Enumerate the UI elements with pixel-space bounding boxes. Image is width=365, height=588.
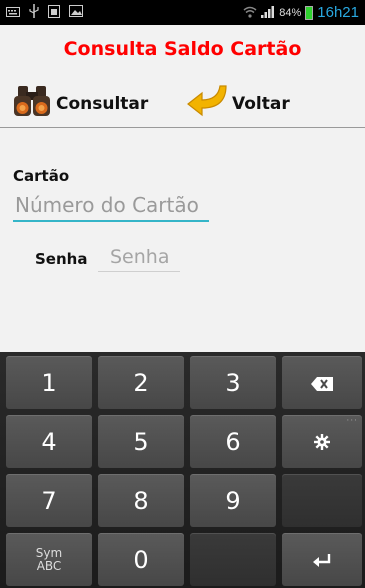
- usb-icon: [29, 4, 39, 21]
- back-arrow-icon: [186, 84, 232, 123]
- status-bar-left: [6, 4, 83, 21]
- status-bar-right: 84% 16h21: [243, 4, 359, 21]
- sym-label: Sym: [35, 545, 63, 560]
- key-6[interactable]: 6: [190, 415, 276, 468]
- key-7[interactable]: 7: [6, 474, 92, 527]
- battery-icon: [305, 5, 314, 20]
- wifi-icon: [243, 5, 257, 21]
- key-5[interactable]: 5: [98, 415, 184, 468]
- sd-card-icon: [48, 4, 60, 21]
- toolbar-divider: [0, 127, 365, 128]
- consultar-label: Consultar: [56, 93, 149, 114]
- binoculars-icon: [12, 84, 56, 123]
- blank-key[interactable]: [282, 474, 362, 527]
- status-bar: 84% 16h21: [0, 0, 365, 25]
- settings-key[interactable]: ···: [282, 415, 362, 468]
- key-8[interactable]: 8: [98, 474, 184, 527]
- consultar-button[interactable]: Consultar: [12, 84, 148, 123]
- sym-abc-key[interactable]: Sym ABC: [6, 533, 92, 586]
- password-input[interactable]: [98, 242, 180, 272]
- toolbar: Consultar Voltar: [0, 80, 365, 124]
- key-9[interactable]: 9: [190, 474, 276, 527]
- battery-percent: 84%: [279, 6, 302, 19]
- key-2[interactable]: 2: [98, 356, 184, 409]
- enter-key[interactable]: [282, 533, 362, 586]
- voltar-button[interactable]: Voltar: [186, 84, 290, 123]
- enter-icon: [313, 546, 331, 574]
- key-1[interactable]: 1: [6, 356, 92, 409]
- key-3[interactable]: 3: [190, 356, 276, 409]
- key-4[interactable]: 4: [6, 415, 92, 468]
- key-0[interactable]: 0: [98, 533, 184, 586]
- backspace-icon: [311, 369, 333, 397]
- keyboard-notification-icon: [6, 5, 20, 20]
- backspace-key[interactable]: [282, 356, 362, 409]
- clock: 16h21: [317, 4, 359, 21]
- cartao-label: Cartão: [13, 167, 70, 185]
- more-dots-icon: ···: [346, 416, 358, 426]
- page-title: Consulta Saldo Cartão: [63, 38, 302, 60]
- card-number-input[interactable]: [13, 190, 209, 222]
- blank-key-2[interactable]: [190, 533, 276, 586]
- image-icon: [69, 5, 83, 20]
- settings-icon: [314, 428, 330, 456]
- senha-label: Senha: [35, 250, 88, 268]
- numeric-keyboard: 1 2 3 4 5 6 ··· 7 8 9 Sym ABC 0: [0, 352, 365, 588]
- voltar-label: Voltar: [232, 93, 290, 114]
- abc-label: ABC: [36, 558, 62, 573]
- signal-icon: [261, 5, 275, 21]
